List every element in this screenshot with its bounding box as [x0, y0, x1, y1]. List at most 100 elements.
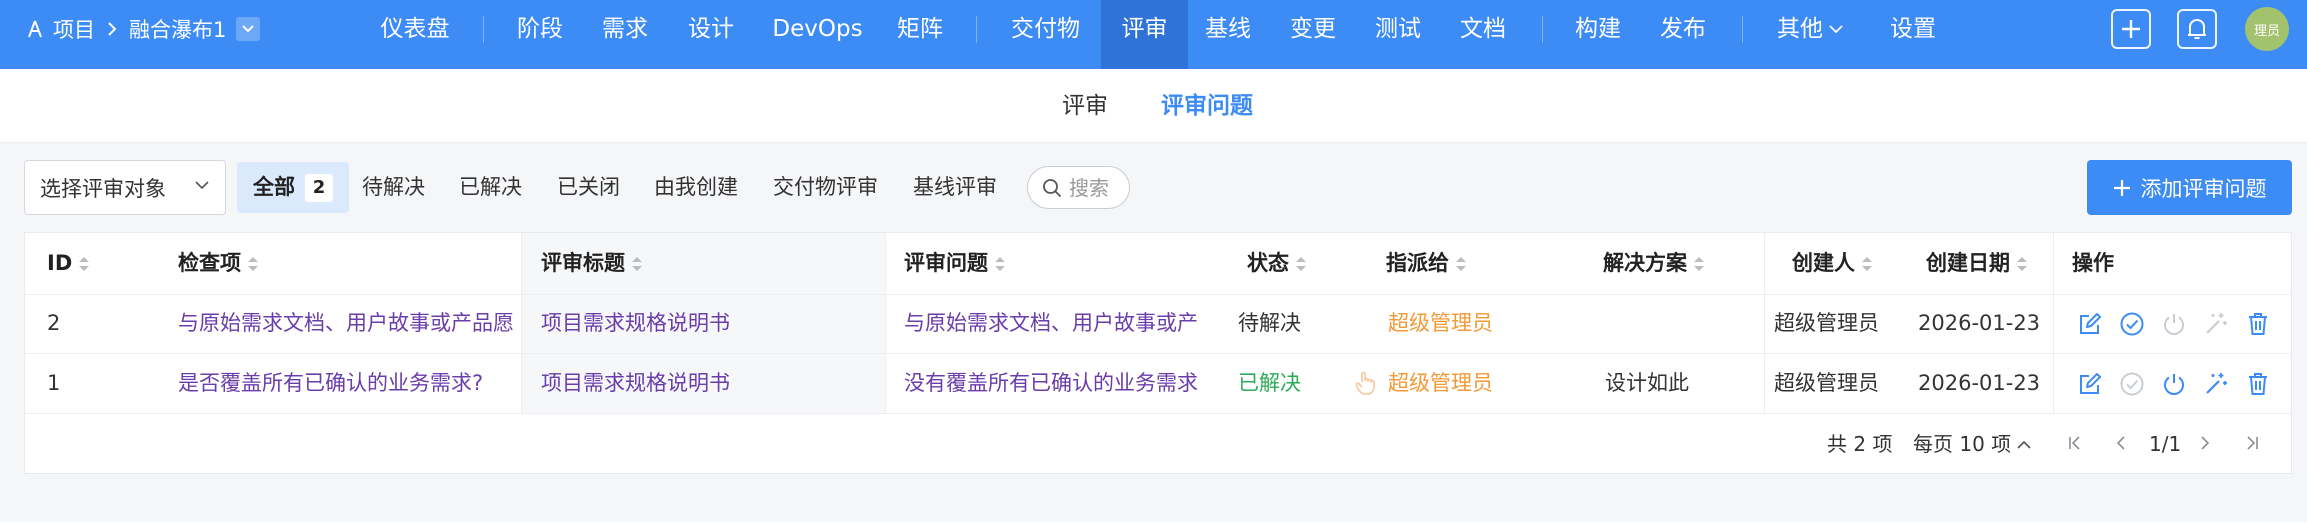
nav-divider: [483, 16, 484, 43]
project-name[interactable]: 融合瀑布1: [129, 14, 226, 44]
cell-creator: 超级管理员: [1774, 371, 1879, 395]
project-switch-dropdown[interactable]: [236, 17, 261, 41]
cell-issue[interactable]: 与原始需求文档、用户故事或产: [904, 294, 1234, 353]
delete-trash-icon[interactable]: [2244, 370, 2272, 398]
cell-review-title[interactable]: 项目需求规格说明书: [541, 354, 730, 413]
cell-assignee[interactable]: 超级管理员: [1388, 294, 1493, 353]
column-header-id[interactable]: ID: [47, 233, 90, 294]
close-power-icon[interactable]: [2160, 370, 2188, 398]
nav-change[interactable]: 变更: [1288, 0, 1338, 58]
cell-assignee[interactable]: 超级管理员: [1388, 354, 1493, 413]
sort-icon: [994, 256, 1006, 272]
cell-check-item[interactable]: 与原始需求文档、用户故事或产品愿: [178, 294, 521, 353]
filter-tab-deliverable-review[interactable]: 交付物评审: [773, 162, 878, 213]
filter-tab-all[interactable]: 全部 2: [237, 162, 349, 213]
column-header-actions: 操作: [2072, 233, 2114, 294]
cell-check-item[interactable]: 是否覆盖所有已确认的业务需求?: [178, 354, 521, 413]
column-divider: [885, 233, 886, 413]
filter-tab-closed[interactable]: 已关闭: [557, 162, 620, 213]
cell-created-date: 2026-01-23: [1918, 311, 2041, 335]
nav-design[interactable]: 设计: [686, 0, 736, 58]
cell-review-title[interactable]: 项目需求规格说明书: [541, 294, 730, 353]
column-header-creator[interactable]: 创建人: [1792, 233, 1873, 294]
filter-tab-created-by-me[interactable]: 由我创建: [654, 162, 738, 213]
bell-icon: [2186, 17, 2208, 41]
column-header-label: 评审标题: [541, 251, 625, 275]
search-input[interactable]: [1069, 175, 1125, 200]
nav-dashboard[interactable]: 仪表盘: [380, 0, 450, 58]
nav-devops[interactable]: DevOps: [770, 0, 865, 58]
nav-requirement[interactable]: 需求: [600, 0, 650, 58]
column-header-solution[interactable]: 解决方案: [1603, 233, 1705, 294]
column-header-label: 操作: [2072, 251, 2114, 275]
filter-tab-baseline-review[interactable]: 基线评审: [913, 162, 997, 213]
user-avatar[interactable]: 理员: [2245, 7, 2289, 51]
page-size-select[interactable]: 每页 10 项: [1913, 427, 2031, 461]
cell-status: 待解决: [1238, 311, 1301, 335]
add-review-issue-label: 添加评审问题: [2140, 176, 2267, 201]
column-header-created-date[interactable]: 创建日期: [1926, 233, 2028, 294]
resolve-check-icon[interactable]: [2118, 310, 2146, 338]
column-header-check-item[interactable]: 检查项: [178, 233, 259, 294]
notification-button[interactable]: [2177, 9, 2217, 49]
current-page: 1/1: [2149, 432, 2182, 456]
last-page-icon[interactable]: [2244, 435, 2260, 451]
column-header-review-title[interactable]: 评审标题: [541, 233, 643, 294]
nav-divider: [1742, 16, 1743, 43]
nav-settings[interactable]: 设置: [1888, 0, 1938, 58]
nav-more[interactable]: 其他: [1770, 0, 1850, 58]
previous-page-icon[interactable]: [2113, 435, 2129, 451]
column-header-assignee[interactable]: 指派给: [1386, 233, 1467, 294]
search-box[interactable]: [1027, 166, 1130, 209]
first-page-icon[interactable]: [2067, 435, 2083, 451]
sort-icon: [78, 256, 90, 272]
tab-review-issues[interactable]: 评审问题: [1161, 69, 1253, 143]
top-navigation-bar: 项目 融合瀑布1 仪表盘 阶段 需求 设计 DevOps 矩阵 交付物 评审 基…: [0, 0, 2307, 69]
column-header-label: 状态: [1247, 251, 1289, 275]
nav-release[interactable]: 发布: [1658, 0, 1708, 58]
nav-test[interactable]: 测试: [1373, 0, 1423, 58]
column-header-status[interactable]: 状态: [1247, 233, 1307, 294]
project-icon: [26, 20, 44, 38]
search-icon: [1042, 178, 1062, 198]
sort-icon: [1693, 256, 1705, 272]
nav-matrix[interactable]: 矩阵: [895, 0, 945, 58]
cell-created-date: 2026-01-23: [1918, 371, 2041, 395]
cell-solution: 设计如此: [1605, 371, 1689, 395]
chevron-down-icon: [1829, 24, 1843, 34]
nav-phase[interactable]: 阶段: [515, 0, 565, 58]
delete-trash-icon[interactable]: [2244, 310, 2272, 338]
cell-id: 2: [47, 311, 61, 335]
column-header-label: 指派给: [1386, 251, 1449, 275]
review-issue-table: ID 检查项 评审标题 评审问题 状态 指派给 解决方案 创建人 创建日期 操作…: [24, 232, 2292, 474]
sub-tab-bar: 评审 评审问题: [0, 69, 2307, 143]
filter-count-badge: 2: [305, 173, 333, 202]
column-header-issue[interactable]: 评审问题: [904, 233, 1006, 294]
nav-review[interactable]: 评审: [1101, 0, 1188, 69]
pagination-total: 共 2 项: [1827, 432, 1893, 456]
tab-review[interactable]: 评审: [1062, 69, 1108, 143]
plus-icon: [2120, 18, 2142, 40]
filter-tab-solved[interactable]: 已解决: [459, 162, 522, 213]
nav-baseline[interactable]: 基线: [1203, 0, 1253, 58]
create-button[interactable]: [2111, 9, 2151, 49]
breadcrumb-project-link[interactable]: 项目: [53, 14, 95, 44]
cell-id: 1: [47, 371, 61, 395]
sort-icon: [1295, 256, 1307, 272]
nav-build[interactable]: 构建: [1573, 0, 1623, 58]
sort-icon: [1861, 256, 1873, 272]
cell-issue[interactable]: 没有覆盖所有已确认的业务需求: [904, 354, 1234, 413]
edit-icon[interactable]: [2076, 310, 2104, 338]
edit-icon[interactable]: [2076, 370, 2104, 398]
nav-document[interactable]: 文档: [1458, 0, 1508, 58]
cell-status: 已解决: [1238, 371, 1301, 395]
review-object-select[interactable]: 选择评审对象: [24, 160, 226, 215]
nav-deliverable[interactable]: 交付物: [1008, 0, 1083, 58]
filter-tab-pending[interactable]: 待解决: [362, 162, 425, 213]
column-header-label: 创建人: [1792, 251, 1855, 275]
add-review-issue-button[interactable]: 添加评审问题: [2087, 160, 2292, 215]
resolve-check-icon: [2118, 370, 2146, 398]
magic-wand-icon[interactable]: [2202, 370, 2230, 398]
sort-icon: [2016, 256, 2028, 272]
next-page-icon[interactable]: [2197, 435, 2213, 451]
